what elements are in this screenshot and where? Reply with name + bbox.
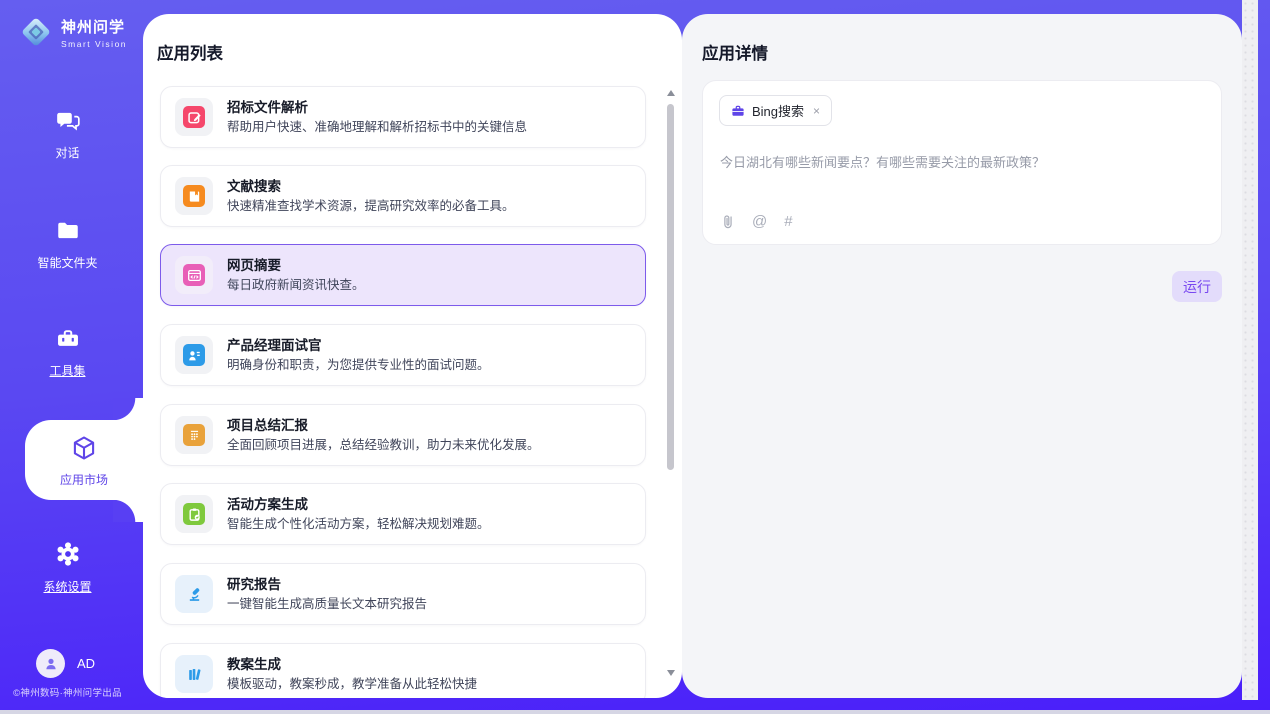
lesson-books-icon xyxy=(183,663,205,685)
tool-tag-label: Bing搜索 xyxy=(752,101,804,120)
scrollbar-thumb[interactable] xyxy=(667,104,674,470)
app-icon-tile xyxy=(175,98,213,136)
app-desc: 快速精准查找学术资源，提高研究效率的必备工具。 xyxy=(227,200,515,213)
app-title: 招标文件解析 xyxy=(227,101,527,115)
app-title: 网页摘要 xyxy=(227,259,365,273)
app-card-tender-analysis[interactable]: 招标文件解析 帮助用户快速、准确地理解和解析招标书中的关键信息 xyxy=(160,86,646,148)
research-microscope-icon xyxy=(183,583,205,605)
app-list-panel: 应用列表 招标文件解析 帮助用户快速、准确地理解和解析招标书中的关键信息 文献搜… xyxy=(143,14,682,698)
app-icon-tile xyxy=(175,416,213,454)
sidebar: 神州问学 Smart Vision 对话 智能文件夹 工具 xyxy=(0,0,135,714)
sidebar-item-label: 应用市场 xyxy=(25,471,143,488)
brand-name: 神州问学 xyxy=(61,16,127,37)
app-card-research-report[interactable]: 研究报告 一键智能生成高质量长文本研究报告 xyxy=(160,563,646,625)
app-detail-title: 应用详情 xyxy=(702,40,768,64)
cube-icon xyxy=(70,434,98,462)
app-card-lesson-plan[interactable]: 教案生成 模板驱动，教案秒成，教学准备从此轻松快捷 xyxy=(160,643,646,698)
app-title: 产品经理面试官 xyxy=(227,339,490,353)
app-icon-tile xyxy=(175,495,213,533)
active-tab-curve-bottom xyxy=(113,500,143,522)
app-icon-tile xyxy=(175,336,213,374)
sidebar-item-settings[interactable]: 系统设置 xyxy=(0,540,135,595)
app-desc: 一键智能生成高质量长文本研究报告 xyxy=(227,598,427,611)
app-card-web-summary-selected[interactable]: 网页摘要 每日政府新闻资讯快查。 xyxy=(160,244,646,306)
app-desc: 全面回顾项目进展，总结经验教训，助力未来优化发展。 xyxy=(227,439,540,452)
user-account[interactable]: AD xyxy=(36,649,95,678)
sidebar-item-label: 智能文件夹 xyxy=(0,254,135,271)
folder-icon xyxy=(54,218,82,244)
query-input[interactable]: 今日湖北有哪些新闻要点？有哪些需要关注的最新政策？ xyxy=(720,152,1200,171)
app-icon-tile xyxy=(175,177,213,215)
app-card-literature-search[interactable]: 文献搜索 快速精准查找学术资源，提高研究效率的必备工具。 xyxy=(160,165,646,227)
diamond-logo-icon xyxy=(18,14,54,50)
app-card-project-summary[interactable]: 项目总结汇报 全面回顾项目进展，总结经验教训，助力未来优化发展。 xyxy=(160,404,646,466)
app-desc: 智能生成个性化活动方案，轻松解决规划难题。 xyxy=(227,518,490,531)
sidebar-item-app-market-active[interactable]: 应用市场 xyxy=(25,420,143,500)
scroll-down-arrow[interactable] xyxy=(667,670,675,676)
sidebar-item-label: 工具集 xyxy=(0,362,135,379)
sidebar-item-label: 系统设置 xyxy=(0,578,135,595)
app-desc: 模板驱动，教案秒成，教学准备从此轻松快捷 xyxy=(227,678,477,691)
gear-icon xyxy=(54,540,82,568)
sidebar-item-smart-folder[interactable]: 智能文件夹 xyxy=(0,218,135,271)
user-initials: AD xyxy=(77,656,95,671)
briefcase-icon xyxy=(731,104,745,118)
chat-icon xyxy=(54,108,82,134)
app-title: 项目总结汇报 xyxy=(227,419,540,433)
brand-subtitle: Smart Vision xyxy=(61,39,127,49)
app-window: 神州问学 Smart Vision 对话 智能文件夹 工具 xyxy=(0,0,1270,714)
sidebar-item-label: 对话 xyxy=(0,144,135,161)
web-summary-icon xyxy=(183,264,205,286)
literature-book-icon xyxy=(183,185,205,207)
brand-logo: 神州问学 Smart Vision xyxy=(18,14,127,50)
tool-tag-bing-search[interactable]: Bing搜索 × xyxy=(719,95,832,126)
copyright-text: ©神州数码·神州问学出品 xyxy=(0,685,135,699)
event-plan-icon xyxy=(183,503,205,525)
avatar xyxy=(36,649,65,678)
app-desc: 帮助用户快速、准确地理解和解析招标书中的关键信息 xyxy=(227,121,527,134)
sidebar-item-toolset[interactable]: 工具集 xyxy=(0,326,135,379)
tender-doc-edit-icon xyxy=(183,106,205,128)
app-card-pm-interviewer[interactable]: 产品经理面试官 明确身份和职责，为您提供专业性的面试问题。 xyxy=(160,324,646,386)
app-list-title: 应用列表 xyxy=(157,40,223,64)
app-icon-tile xyxy=(175,655,213,693)
app-icon-tile xyxy=(175,575,213,613)
app-desc: 明确身份和职责，为您提供专业性的面试问题。 xyxy=(227,359,490,372)
person-icon xyxy=(43,656,59,672)
bottom-edge xyxy=(0,710,1270,714)
app-title: 文献搜索 xyxy=(227,180,515,194)
right-edge-texture xyxy=(1242,0,1258,700)
query-card: Bing搜索 × 今日湖北有哪些新闻要点？有哪些需要关注的最新政策？ @ # xyxy=(702,80,1222,245)
app-detail-panel: 应用详情 Bing搜索 × 今日湖北有哪些新闻要点？有哪些需要关注的最新政策？ … xyxy=(682,14,1242,698)
attachment-toolbar: @ # xyxy=(720,213,793,230)
brand-text: 神州问学 Smart Vision xyxy=(61,16,127,49)
interviewer-icon xyxy=(183,344,205,366)
run-button[interactable]: 运行 xyxy=(1172,271,1222,302)
list-scrollbar xyxy=(666,82,676,686)
app-title: 活动方案生成 xyxy=(227,498,490,512)
project-report-icon xyxy=(183,424,205,446)
mention-icon[interactable]: @ xyxy=(752,213,767,230)
app-icon-tile xyxy=(175,256,213,294)
app-title: 研究报告 xyxy=(227,578,427,592)
sidebar-item-chat[interactable]: 对话 xyxy=(0,108,135,161)
tag-close-icon[interactable]: × xyxy=(813,104,820,118)
paperclip-icon[interactable] xyxy=(720,213,735,230)
toolbox-icon xyxy=(54,326,82,352)
app-title: 教案生成 xyxy=(227,658,477,672)
app-desc: 每日政府新闻资讯快查。 xyxy=(227,279,365,292)
scroll-up-arrow[interactable] xyxy=(667,90,675,96)
app-card-event-plan[interactable]: 活动方案生成 智能生成个性化活动方案，轻松解决规划难题。 xyxy=(160,483,646,545)
hashtag-icon[interactable]: # xyxy=(784,213,792,230)
active-tab-curve-top xyxy=(113,398,143,420)
